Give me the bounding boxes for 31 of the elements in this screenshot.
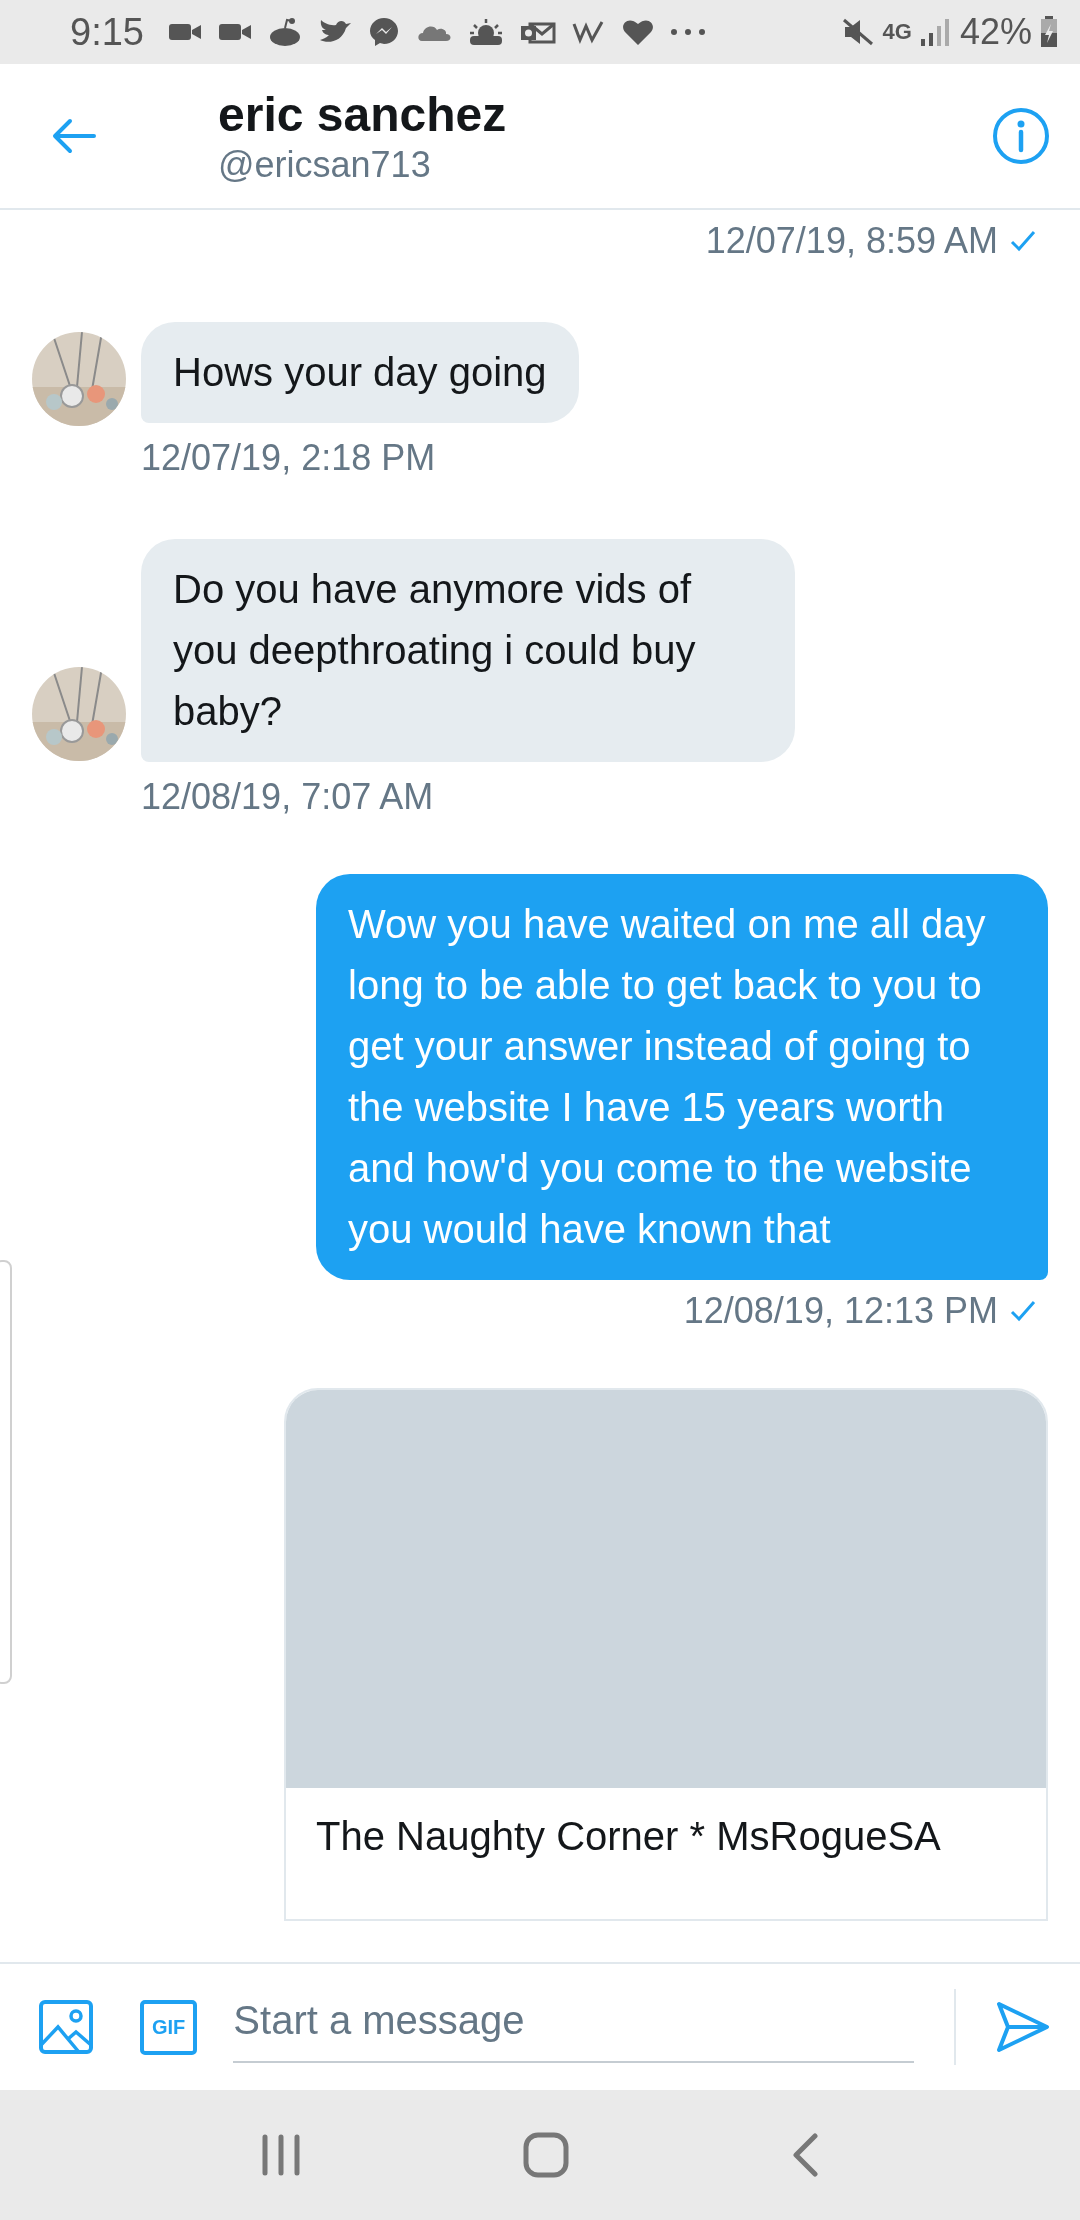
battery-level: 42% [959,11,1032,53]
info-icon[interactable] [992,107,1050,165]
contact-name: eric sanchez [218,86,507,142]
message-timestamp: 12/08/19, 7:07 AM [141,776,435,818]
alien-head-icon [267,17,302,47]
back-arrow-icon[interactable] [52,118,96,154]
more-icon [669,28,706,36]
link-card[interactable]: The Naughty Corner * MsRogueSA [284,1388,1048,1921]
message-timestamp: 12/08/19, 12:13 PM [683,1290,998,1332]
heart-icon [621,18,654,46]
mute-icon [840,17,875,47]
recent-apps-icon[interactable] [261,2134,301,2176]
link-title: The Naughty Corner * MsRogueSA [315,1813,942,1860]
battery-icon [1040,16,1058,48]
signal-icon [919,17,952,47]
received-message: Hows your day going [141,322,579,423]
zigzag-icon [571,20,606,44]
sent-message: Wow you have waited on me all day long to be able to get back to you to get your answer instead of going to the website I have 15 years worth and how'd you come to the website you would have known that [316,874,1048,1280]
send-icon[interactable] [996,2001,1050,2053]
clock: 9:15 [70,10,144,54]
message-timestamp: 12/07/19, 8:59 AM [705,220,998,262]
chat-bubble-icon [367,16,400,48]
contact-handle: @ericsan713 [218,143,432,186]
received-message: Do you have anymore vids of you deepthroating i could buy baby? [141,539,795,762]
network-type: 4G [882,19,912,45]
image-icon[interactable] [38,1999,94,2055]
home-icon[interactable] [523,2132,569,2178]
back-icon[interactable] [791,2133,819,2177]
message-timestamp: 12/07/19, 2:18 PM [141,437,437,479]
message-input[interactable]: Start a message [233,1991,914,2063]
sun-cloud-icon [467,17,504,47]
